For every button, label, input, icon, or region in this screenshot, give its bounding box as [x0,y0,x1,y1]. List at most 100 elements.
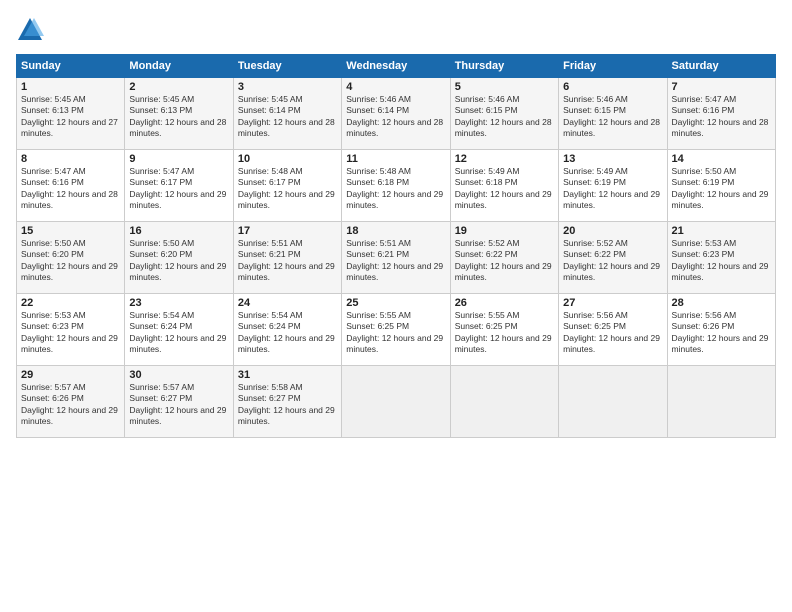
day-number: 24 [238,297,337,309]
day-info: Sunrise: 5:56 AM Sunset: 6:25 PM Dayligh… [563,310,662,356]
day-cell: 8 Sunrise: 5:47 AM Sunset: 6:16 PM Dayli… [17,150,125,222]
day-info: Sunrise: 5:54 AM Sunset: 6:24 PM Dayligh… [129,310,228,356]
day-info: Sunrise: 5:50 AM Sunset: 6:20 PM Dayligh… [21,238,120,284]
logo-icon [16,16,44,44]
day-info: Sunrise: 5:47 AM Sunset: 6:16 PM Dayligh… [672,94,771,140]
day-info: Sunrise: 5:46 AM Sunset: 6:15 PM Dayligh… [455,94,554,140]
day-info: Sunrise: 5:46 AM Sunset: 6:15 PM Dayligh… [563,94,662,140]
day-cell [667,366,775,438]
day-info: Sunrise: 5:52 AM Sunset: 6:22 PM Dayligh… [455,238,554,284]
day-number: 9 [129,153,228,165]
day-cell: 27 Sunrise: 5:56 AM Sunset: 6:25 PM Dayl… [559,294,667,366]
header-day-monday: Monday [125,55,233,78]
day-cell: 26 Sunrise: 5:55 AM Sunset: 6:25 PM Dayl… [450,294,558,366]
day-cell: 22 Sunrise: 5:53 AM Sunset: 6:23 PM Dayl… [17,294,125,366]
day-number: 25 [346,297,445,309]
day-number: 19 [455,225,554,237]
day-info: Sunrise: 5:48 AM Sunset: 6:17 PM Dayligh… [238,166,337,212]
day-info: Sunrise: 5:57 AM Sunset: 6:26 PM Dayligh… [21,382,120,428]
header-row: SundayMondayTuesdayWednesdayThursdayFrid… [17,55,776,78]
day-info: Sunrise: 5:55 AM Sunset: 6:25 PM Dayligh… [455,310,554,356]
day-cell: 19 Sunrise: 5:52 AM Sunset: 6:22 PM Dayl… [450,222,558,294]
day-cell: 15 Sunrise: 5:50 AM Sunset: 6:20 PM Dayl… [17,222,125,294]
week-row-3: 15 Sunrise: 5:50 AM Sunset: 6:20 PM Dayl… [17,222,776,294]
logo [16,16,48,44]
day-cell: 21 Sunrise: 5:53 AM Sunset: 6:23 PM Dayl… [667,222,775,294]
day-cell: 11 Sunrise: 5:48 AM Sunset: 6:18 PM Dayl… [342,150,450,222]
day-info: Sunrise: 5:57 AM Sunset: 6:27 PM Dayligh… [129,382,228,428]
header-day-thursday: Thursday [450,55,558,78]
day-number: 20 [563,225,662,237]
day-info: Sunrise: 5:54 AM Sunset: 6:24 PM Dayligh… [238,310,337,356]
day-cell: 10 Sunrise: 5:48 AM Sunset: 6:17 PM Dayl… [233,150,341,222]
day-info: Sunrise: 5:47 AM Sunset: 6:16 PM Dayligh… [21,166,120,212]
day-info: Sunrise: 5:51 AM Sunset: 6:21 PM Dayligh… [346,238,445,284]
day-cell: 7 Sunrise: 5:47 AM Sunset: 6:16 PM Dayli… [667,78,775,150]
day-number: 21 [672,225,771,237]
day-cell: 6 Sunrise: 5:46 AM Sunset: 6:15 PM Dayli… [559,78,667,150]
day-cell: 23 Sunrise: 5:54 AM Sunset: 6:24 PM Dayl… [125,294,233,366]
day-number: 23 [129,297,228,309]
day-info: Sunrise: 5:49 AM Sunset: 6:19 PM Dayligh… [563,166,662,212]
calendar-table: SundayMondayTuesdayWednesdayThursdayFrid… [16,54,776,438]
day-cell: 9 Sunrise: 5:47 AM Sunset: 6:17 PM Dayli… [125,150,233,222]
day-cell: 20 Sunrise: 5:52 AM Sunset: 6:22 PM Dayl… [559,222,667,294]
day-cell: 31 Sunrise: 5:58 AM Sunset: 6:27 PM Dayl… [233,366,341,438]
week-row-2: 8 Sunrise: 5:47 AM Sunset: 6:16 PM Dayli… [17,150,776,222]
day-number: 14 [672,153,771,165]
day-info: Sunrise: 5:56 AM Sunset: 6:26 PM Dayligh… [672,310,771,356]
header [16,16,776,44]
day-number: 2 [129,81,228,93]
day-info: Sunrise: 5:50 AM Sunset: 6:20 PM Dayligh… [129,238,228,284]
day-number: 16 [129,225,228,237]
day-number: 1 [21,81,120,93]
day-number: 17 [238,225,337,237]
header-day-friday: Friday [559,55,667,78]
day-cell: 18 Sunrise: 5:51 AM Sunset: 6:21 PM Dayl… [342,222,450,294]
day-number: 31 [238,369,337,381]
day-cell: 14 Sunrise: 5:50 AM Sunset: 6:19 PM Dayl… [667,150,775,222]
day-cell: 29 Sunrise: 5:57 AM Sunset: 6:26 PM Dayl… [17,366,125,438]
day-cell: 25 Sunrise: 5:55 AM Sunset: 6:25 PM Dayl… [342,294,450,366]
day-cell: 16 Sunrise: 5:50 AM Sunset: 6:20 PM Dayl… [125,222,233,294]
day-info: Sunrise: 5:48 AM Sunset: 6:18 PM Dayligh… [346,166,445,212]
header-day-tuesday: Tuesday [233,55,341,78]
day-cell: 30 Sunrise: 5:57 AM Sunset: 6:27 PM Dayl… [125,366,233,438]
day-cell: 13 Sunrise: 5:49 AM Sunset: 6:19 PM Dayl… [559,150,667,222]
day-cell: 1 Sunrise: 5:45 AM Sunset: 6:13 PM Dayli… [17,78,125,150]
day-info: Sunrise: 5:45 AM Sunset: 6:14 PM Dayligh… [238,94,337,140]
day-info: Sunrise: 5:50 AM Sunset: 6:19 PM Dayligh… [672,166,771,212]
day-cell: 28 Sunrise: 5:56 AM Sunset: 6:26 PM Dayl… [667,294,775,366]
day-number: 30 [129,369,228,381]
day-number: 22 [21,297,120,309]
day-cell [450,366,558,438]
page: SundayMondayTuesdayWednesdayThursdayFrid… [0,0,792,612]
day-number: 11 [346,153,445,165]
day-info: Sunrise: 5:47 AM Sunset: 6:17 PM Dayligh… [129,166,228,212]
day-info: Sunrise: 5:49 AM Sunset: 6:18 PM Dayligh… [455,166,554,212]
day-cell: 3 Sunrise: 5:45 AM Sunset: 6:14 PM Dayli… [233,78,341,150]
day-info: Sunrise: 5:53 AM Sunset: 6:23 PM Dayligh… [21,310,120,356]
header-day-wednesday: Wednesday [342,55,450,78]
day-info: Sunrise: 5:51 AM Sunset: 6:21 PM Dayligh… [238,238,337,284]
day-number: 29 [21,369,120,381]
day-number: 28 [672,297,771,309]
day-cell: 24 Sunrise: 5:54 AM Sunset: 6:24 PM Dayl… [233,294,341,366]
header-day-sunday: Sunday [17,55,125,78]
day-number: 13 [563,153,662,165]
day-info: Sunrise: 5:53 AM Sunset: 6:23 PM Dayligh… [672,238,771,284]
day-number: 10 [238,153,337,165]
day-cell: 12 Sunrise: 5:49 AM Sunset: 6:18 PM Dayl… [450,150,558,222]
day-info: Sunrise: 5:45 AM Sunset: 6:13 PM Dayligh… [129,94,228,140]
day-info: Sunrise: 5:58 AM Sunset: 6:27 PM Dayligh… [238,382,337,428]
day-cell [342,366,450,438]
day-number: 4 [346,81,445,93]
day-info: Sunrise: 5:45 AM Sunset: 6:13 PM Dayligh… [21,94,120,140]
day-number: 5 [455,81,554,93]
day-cell [559,366,667,438]
day-cell: 5 Sunrise: 5:46 AM Sunset: 6:15 PM Dayli… [450,78,558,150]
header-day-saturday: Saturday [667,55,775,78]
day-number: 6 [563,81,662,93]
day-number: 3 [238,81,337,93]
week-row-4: 22 Sunrise: 5:53 AM Sunset: 6:23 PM Dayl… [17,294,776,366]
